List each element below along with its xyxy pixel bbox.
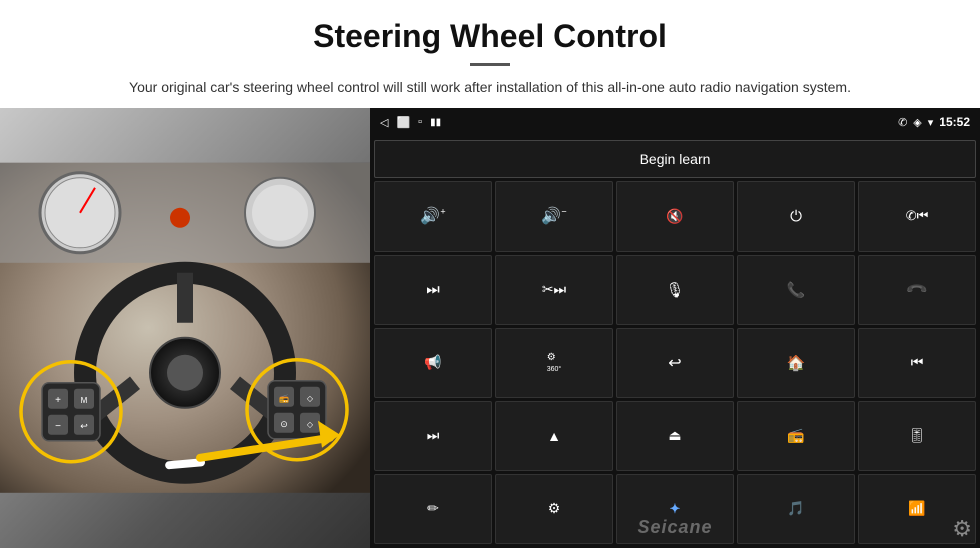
fast-forward-button[interactable]: ✂⏭ <box>495 255 613 325</box>
music-button[interactable]: 🎵 <box>737 474 855 544</box>
fast-forward-icon: ✂⏭ <box>542 281 566 298</box>
pen-icon: ✏ <box>427 500 439 517</box>
car-image-area: + M − ↩ 📻 ◇ ⊙ ◇ <box>0 108 370 548</box>
bluetooth-icon: ✦ <box>670 501 681 517</box>
vol-up-button[interactable]: 🔊+ <box>374 181 492 251</box>
gps-icon: ◈ <box>913 116 921 129</box>
phone-prev-icon: ✆⏮ <box>906 208 929 224</box>
status-right: ✆ ◈ ▾ 15:52 <box>898 115 970 129</box>
begin-learn-button[interactable]: Begin learn <box>374 140 976 178</box>
svg-text:M: M <box>81 396 88 405</box>
hang-up-button[interactable]: 📞 <box>858 255 976 325</box>
eject-icon: ⏏ <box>668 427 681 444</box>
phone-prev-button[interactable]: ✆⏮ <box>858 181 976 251</box>
home-nav-icon[interactable]: ⬜ <box>396 116 410 129</box>
power-button[interactable]: ⏻ <box>737 181 855 251</box>
back-icon: ↩ <box>668 353 681 373</box>
vol-down-button[interactable]: 🔊− <box>495 181 613 251</box>
phone-icon: 📞 <box>787 281 806 299</box>
svg-text:↩: ↩ <box>80 421 88 431</box>
vol-up-icon: 🔊+ <box>420 206 445 226</box>
speaker-icon: 📢 <box>424 354 441 371</box>
svg-text:◇: ◇ <box>307 420 314 429</box>
mute-icon: 🔇 <box>666 208 683 225</box>
mute-button[interactable]: 🔇 <box>616 181 734 251</box>
prev-prev-icon: ⏮ <box>911 354 924 371</box>
camera-360-icon: ⚙360° <box>547 352 561 374</box>
page-title: Steering Wheel Control <box>60 18 920 55</box>
speaker-button[interactable]: 📢 <box>374 328 492 398</box>
svg-text:📻: 📻 <box>279 394 289 403</box>
settings-button[interactable]: ⚙ <box>495 474 613 544</box>
back-nav-icon[interactable]: ◁ <box>380 116 388 129</box>
android-statusbar: ◁ ⬜ ▫ ▮▮ ✆ ◈ ▾ 15:52 <box>370 108 980 136</box>
next-track-icon: ⏭ <box>426 281 440 298</box>
svg-text:⊙: ⊙ <box>280 419 288 429</box>
signal-icon: 📶 <box>908 500 925 517</box>
svg-text:+: + <box>55 395 61 406</box>
notification-icon: ▮▮ <box>430 117 441 128</box>
next-track-button[interactable]: ⏭ <box>374 255 492 325</box>
svg-text:−: − <box>55 421 61 432</box>
subtitle-text: Your original car's steering wheel contr… <box>80 76 900 98</box>
radio-icon: 📻 <box>787 427 804 444</box>
status-left: ◁ ⬜ ▫ ▮▮ <box>380 116 441 129</box>
equalizer-button[interactable]: 🎚 <box>858 401 976 471</box>
back-button[interactable]: ↩ <box>616 328 734 398</box>
settings-icon: ⚙ <box>548 500 561 517</box>
power-icon: ⏻ <box>790 208 802 225</box>
radio-button[interactable]: 📻 <box>737 401 855 471</box>
home-icon: 🏠 <box>787 354 806 372</box>
pen-button[interactable]: ✏ <box>374 474 492 544</box>
control-grid: 🔊+ 🔊− 🔇 ⏻ ✆⏮ ⏭ <box>374 181 976 544</box>
content-row: + M − ↩ 📻 ◇ ⊙ ◇ <box>0 108 980 548</box>
clock-display: 15:52 <box>939 115 970 129</box>
eject-button[interactable]: ⏏ <box>616 401 734 471</box>
music-icon: 🎵 <box>787 500 804 517</box>
mic-icon: 🎙 <box>665 281 684 299</box>
svg-text:◇: ◇ <box>307 394 314 403</box>
mic-button[interactable]: 🎙 <box>616 255 734 325</box>
android-screen: ◁ ⬜ ▫ ▮▮ ✆ ◈ ▾ 15:52 Begin learn <box>370 108 980 548</box>
wifi-icon: ▾ <box>928 116 934 129</box>
home-button[interactable]: 🏠 <box>737 328 855 398</box>
header-section: Steering Wheel Control Your original car… <box>0 0 980 108</box>
next-next-icon: ⏭ <box>427 427 440 444</box>
vol-down-icon: 🔊− <box>541 206 566 226</box>
phone-button[interactable]: 📞 <box>737 255 855 325</box>
prev-prev-button[interactable]: ⏮ <box>858 328 976 398</box>
next-next-button[interactable]: ⏭ <box>374 401 492 471</box>
hang-up-icon: 📞 <box>905 277 929 301</box>
gear-settings-button[interactable]: ⚙ <box>952 516 972 542</box>
camera-360-button[interactable]: ⚙360° <box>495 328 613 398</box>
equalizer-icon: 🎚 <box>908 427 926 444</box>
phone-signal-icon: ✆ <box>898 116 907 129</box>
title-divider <box>470 63 510 66</box>
steering-wheel-svg: + M − ↩ 📻 ◇ ⊙ ◇ <box>0 108 370 548</box>
android-content: Begin learn 🔊+ 🔊− 🔇 ⏻ <box>370 136 980 548</box>
page-wrapper: Steering Wheel Control Your original car… <box>0 0 980 548</box>
navigate-icon: ▲ <box>547 428 561 444</box>
bluetooth-button[interactable]: ✦ <box>616 474 734 544</box>
navigate-button[interactable]: ▲ <box>495 401 613 471</box>
recents-nav-icon[interactable]: ▫ <box>418 116 422 128</box>
